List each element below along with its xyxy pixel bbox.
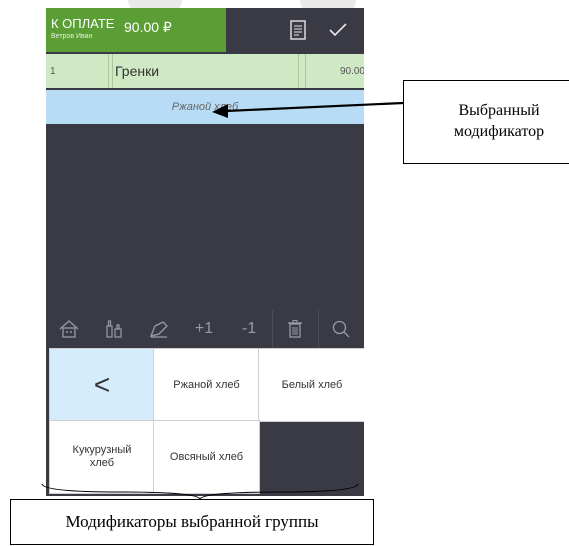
home-icon[interactable] [46,310,91,348]
checkmark-icon[interactable] [326,18,350,42]
plus-one-button[interactable]: +1 [181,310,226,348]
pay-amount: 90.00 ₽ [124,19,172,35]
modifier-key[interactable]: Ржаной хлеб [153,348,260,422]
order-price: 90.00 [298,54,364,88]
minus-one-button[interactable]: -1 [227,310,273,348]
pos-screen: К ОПЛАТЕ Ветров Иван 90.00 ₽ 1 Гренки 90… [46,8,364,496]
edit-icon[interactable] [136,310,181,348]
pay-label: К ОПЛАТЕ [51,16,115,31]
search-icon[interactable] [319,310,364,348]
modifier-key-label: Белый хлеб [281,378,343,391]
modifier-key-label: Кукурузный хлеб [72,444,132,469]
modifier-key-label: Овсяный хлеб [169,450,244,463]
order-qty: 1 [46,54,113,88]
selected-modifier-callout: Выбранный модификатор [403,80,569,164]
trash-icon[interactable] [273,310,319,348]
modifier-key[interactable]: Кукурузный хлеб [49,420,155,494]
order-name: Гренки [108,54,306,88]
modifier-key[interactable]: Овсяный хлеб [153,420,260,494]
chevron-left-icon: < [93,368,111,400]
modifier-key[interactable]: Белый хлеб [258,348,364,422]
selected-modifier-label: Ржаной хлеб [171,101,239,113]
top-bar: К ОПЛАТЕ Ветров Иван 90.00 ₽ [46,8,364,52]
pay-button[interactable]: К ОПЛАТЕ Ветров Иван 90.00 ₽ [46,8,226,52]
callout-text: Модификаторы выбранной группы [65,512,319,531]
modifier-key-label: Ржаной хлеб [173,378,240,391]
receipt-icon[interactable] [286,18,310,42]
callout-text: Выбранный модификатор [453,102,545,140]
back-button[interactable]: < [49,348,155,422]
customer-name: Ветров Иван [51,33,93,40]
bottles-icon[interactable] [91,310,136,348]
order-line[interactable]: 1 Гренки 90.00 [46,54,364,88]
toolbar: +1 -1 [46,310,364,348]
selected-modifier-row[interactable]: Ржаной хлеб [46,90,364,124]
modifier-grid: < Ржаной хлеб Белый хлеб Кукурузный хлеб… [46,348,364,496]
group-modifiers-callout: Модификаторы выбранной группы [10,499,374,545]
